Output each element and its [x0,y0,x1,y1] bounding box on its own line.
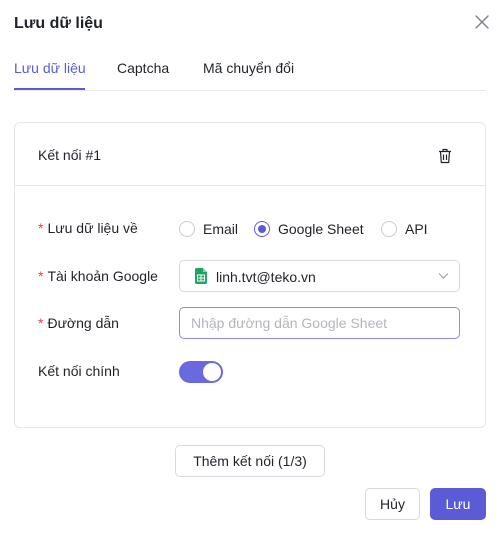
tab-bar: Lưu dữ liệu Captcha Mã chuyển đổi [14,58,486,91]
path-label: * Đường dẫn [38,315,119,331]
close-icon[interactable] [474,14,490,30]
connection-card-header: Kết nối #1 [15,123,485,186]
path-input[interactable] [179,307,460,339]
trash-icon[interactable] [438,148,452,164]
connection-title: Kết nối #1 [38,147,102,163]
radio-label: Google Sheet [278,221,364,237]
radio-label: API [405,221,428,237]
radio-circle[interactable] [179,221,195,237]
path-label-text: Đường dẫn [47,315,119,331]
radio-label: Email [203,221,239,237]
google-account-select[interactable]: linh.tvt@teko.vn [179,260,460,292]
primary-connection-label: Kết nối chính [38,363,120,379]
active-tab-indicator [14,88,85,90]
save-button[interactable]: Lưu [430,488,486,520]
modal-title: Lưu dữ liệu [14,15,103,32]
cancel-button[interactable]: Hủy [365,488,420,520]
tab-luu-du-lieu[interactable]: Lưu dữ liệu [14,60,86,76]
connection-card: Kết nối #1 * Lưu dữ liệu về Email Google … [14,122,486,428]
required-mark: * [38,268,44,284]
google-account-value: linh.tvt@teko.vn [216,269,316,285]
tab-ma-chuyen-doi[interactable]: Mã chuyển đổi [203,60,294,76]
radio-circle[interactable] [381,221,397,237]
chevron-down-icon [438,273,449,279]
radio-circle-checked[interactable] [254,221,270,237]
tab-captcha[interactable]: Captcha [117,60,169,76]
primary-connection-toggle[interactable] [179,361,223,383]
required-mark: * [38,220,44,236]
save-to-label: * Lưu dữ liệu về [38,220,138,236]
toggle-knob [203,363,221,381]
google-account-label-text: Tài khoản Google [47,268,158,284]
required-mark: * [38,315,44,331]
save-to-label-text: Lưu dữ liệu về [47,220,138,236]
google-account-label: * Tài khoản Google [38,268,158,284]
google-sheets-icon [195,268,207,284]
add-connection-button[interactable]: Thêm kết nối (1/3) [175,445,325,477]
